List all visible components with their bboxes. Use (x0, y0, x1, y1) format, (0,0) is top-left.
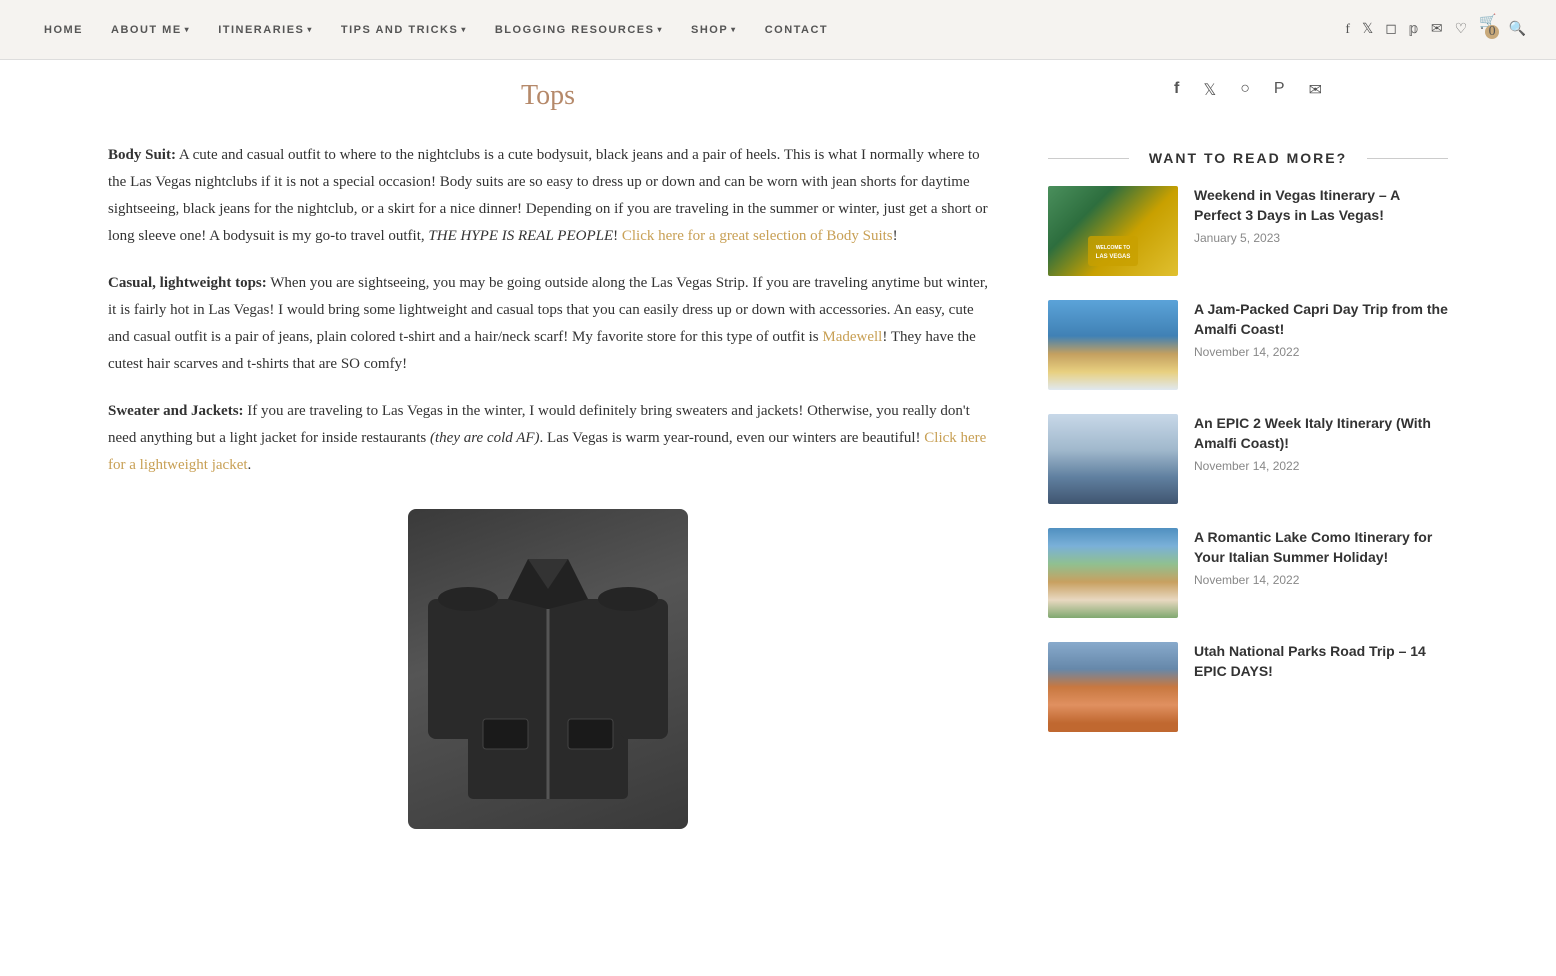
pinterest-icon[interactable]: 𝕡 (1409, 21, 1419, 38)
sidebar-post-title-como[interactable]: A Romantic Lake Como Itinerary for Your … (1194, 528, 1448, 567)
sidebar-post-img-capri (1048, 300, 1178, 390)
jacket-svg (428, 519, 668, 819)
vegas-sign-icon: WELCOME TO LAS VEGAS (1083, 231, 1143, 271)
sidebar-post-info-vegas: Weekend in Vegas Itinerary – A Perfect 3… (1194, 186, 1448, 245)
sidebar-post-vegas[interactable]: WELCOME TO LAS VEGAS Weekend in Vegas It… (1048, 186, 1448, 276)
facebook-icon[interactable]: f (1345, 22, 1350, 38)
sidebar-post-info-utah: Utah National Parks Road Trip – 14 EPIC … (1194, 642, 1448, 687)
nav-link-contact[interactable]: CONTACT (751, 24, 842, 36)
nav-link-blogging[interactable]: BLOGGING RESOURCES ▾ (481, 24, 677, 36)
nav-social-icons: f 𝕏 ◻ 𝕡 ✉ ♡ 🛒 0 🔍 (1345, 14, 1526, 45)
sidebar-post-title-utah[interactable]: Utah National Parks Road Trip – 14 EPIC … (1194, 642, 1448, 681)
casual-tops-paragraph: Casual, lightweight tops: When you are s… (108, 270, 988, 378)
svg-text:WELCOME TO: WELCOME TO (1096, 245, 1130, 251)
nav-item-blogging[interactable]: BLOGGING RESOURCES ▾ (481, 24, 677, 36)
vegas-image: WELCOME TO LAS VEGAS (1048, 186, 1178, 276)
nav-item-contact[interactable]: CONTACT (751, 24, 842, 36)
cart-icon[interactable]: 🛒 0 (1479, 14, 1496, 45)
sidebar-post-date-como: November 14, 2022 (1194, 573, 1448, 587)
chevron-down-icon: ▾ (185, 25, 191, 34)
sidebar-post-info-italy: An EPIC 2 Week Italy Itinerary (With Ama… (1194, 414, 1448, 473)
heart-icon[interactable]: ♡ (1455, 21, 1468, 38)
sidebar-post-img-italy (1048, 414, 1178, 504)
como-image (1048, 528, 1178, 618)
main-content: Tops Body Suit: A cute and casual outfit… (108, 80, 988, 829)
email-icon[interactable]: ✉ (1431, 21, 1443, 38)
capri-image (1048, 300, 1178, 390)
sidebar-facebook-icon[interactable]: f (1174, 80, 1179, 100)
madewell-link[interactable]: Madewell (822, 329, 882, 345)
jacket-image-wrapper (108, 509, 988, 829)
casual-tops-label: Casual, lightweight tops: (108, 275, 267, 291)
nav-link-itineraries[interactable]: ITINERARIES ▾ (204, 24, 327, 36)
instagram-icon[interactable]: ◻ (1385, 21, 1397, 38)
chevron-down-icon: ▾ (731, 25, 737, 34)
sweater-italic: (they are cold AF) (430, 430, 540, 446)
cart-badge: 0 (1485, 25, 1499, 39)
chevron-down-icon: ▾ (461, 25, 467, 34)
sidebar-email-icon[interactable]: ✉ (1309, 80, 1322, 100)
bodysuit-label: Body Suit: (108, 147, 176, 163)
want-more-text: WANT TO READ MORE? (1149, 150, 1347, 166)
italy-image (1048, 414, 1178, 504)
nav-item-home[interactable]: HOME (30, 24, 97, 36)
bodysuit-paragraph: Body Suit: A cute and casual outfit to w… (108, 142, 988, 250)
sidebar-post-date-italy: November 14, 2022 (1194, 459, 1448, 473)
sidebar-post-date-capri: November 14, 2022 (1194, 345, 1448, 359)
chevron-down-icon: ▾ (657, 25, 663, 34)
sweater-label: Sweater and Jackets: (108, 403, 244, 419)
nav-item-tips[interactable]: TIPS AND TRICKS ▾ (327, 24, 481, 36)
sidebar-post-como[interactable]: A Romantic Lake Como Itinerary for Your … (1048, 528, 1448, 618)
svg-text:LAS VEGAS: LAS VEGAS (1096, 254, 1131, 260)
nav-item-itineraries[interactable]: ITINERARIES ▾ (204, 24, 327, 36)
page-title: Tops (108, 80, 988, 112)
jacket-image (408, 509, 688, 829)
nav-link-shop[interactable]: SHOP ▾ (677, 24, 751, 36)
twitter-icon[interactable]: 𝕏 (1362, 21, 1373, 38)
want-more-heading: WANT TO READ MORE? (1048, 150, 1448, 166)
nav-link-home[interactable]: HOME (30, 24, 97, 36)
sidebar-social-icons: f 𝕏 ○ P ✉ (1048, 80, 1448, 110)
sweater-paragraph: Sweater and Jackets: If you are travelin… (108, 398, 988, 479)
sidebar-post-img-utah (1048, 642, 1178, 732)
search-icon[interactable]: 🔍 (1509, 21, 1526, 38)
content-section: Body Suit: A cute and casual outfit to w… (108, 142, 988, 479)
sidebar-twitter-icon[interactable]: 𝕏 (1203, 80, 1216, 100)
sweater-after2: . Las Vegas is warm year-round, even our… (540, 430, 925, 446)
sweater-end: . (248, 457, 252, 473)
sidebar-post-info-como: A Romantic Lake Como Itinerary for Your … (1194, 528, 1448, 587)
chevron-down-icon: ▾ (307, 25, 313, 34)
nav-item-shop[interactable]: SHOP ▾ (677, 24, 751, 36)
sidebar-post-capri[interactable]: A Jam-Packed Capri Day Trip from the Ama… (1048, 300, 1448, 390)
page-wrapper: Tops Body Suit: A cute and casual outfit… (78, 60, 1478, 849)
sidebar-post-title-vegas[interactable]: Weekend in Vegas Itinerary – A Perfect 3… (1194, 186, 1448, 225)
bodysuit-after: ! (893, 228, 898, 244)
nav-link-tips[interactable]: TIPS AND TRICKS ▾ (327, 24, 481, 36)
sidebar-post-title-italy[interactable]: An EPIC 2 Week Italy Itinerary (With Ama… (1194, 414, 1448, 453)
sidebar-instagram-icon[interactable]: ○ (1240, 80, 1250, 100)
nav-item-about[interactable]: ABOUT ME ▾ (97, 24, 204, 36)
main-nav: HOME ABOUT ME ▾ ITINERARIES ▾ TIPS AND T… (0, 0, 1556, 60)
sidebar-post-date-vegas: January 5, 2023 (1194, 231, 1448, 245)
utah-image (1048, 642, 1178, 732)
sidebar-post-utah[interactable]: Utah National Parks Road Trip – 14 EPIC … (1048, 642, 1448, 732)
sidebar-post-img-vegas: WELCOME TO LAS VEGAS (1048, 186, 1178, 276)
sidebar-post-title-capri[interactable]: A Jam-Packed Capri Day Trip from the Ama… (1194, 300, 1448, 339)
nav-links: HOME ABOUT ME ▾ ITINERARIES ▾ TIPS AND T… (30, 24, 842, 36)
bodysuit-italic: THE HYPE IS REAL PEOPLE (428, 228, 613, 244)
nav-link-about[interactable]: ABOUT ME ▾ (97, 24, 204, 36)
sidebar-pinterest-icon[interactable]: P (1274, 80, 1285, 100)
sidebar: f 𝕏 ○ P ✉ WANT TO READ MORE? WELCOME TO … (1048, 80, 1448, 829)
sidebar-post-italy[interactable]: An EPIC 2 Week Italy Itinerary (With Ama… (1048, 414, 1448, 504)
sidebar-post-img-como (1048, 528, 1178, 618)
bodysuit-link[interactable]: Click here for a great selection of Body… (622, 228, 893, 244)
sidebar-post-info-capri: A Jam-Packed Capri Day Trip from the Ama… (1194, 300, 1448, 359)
